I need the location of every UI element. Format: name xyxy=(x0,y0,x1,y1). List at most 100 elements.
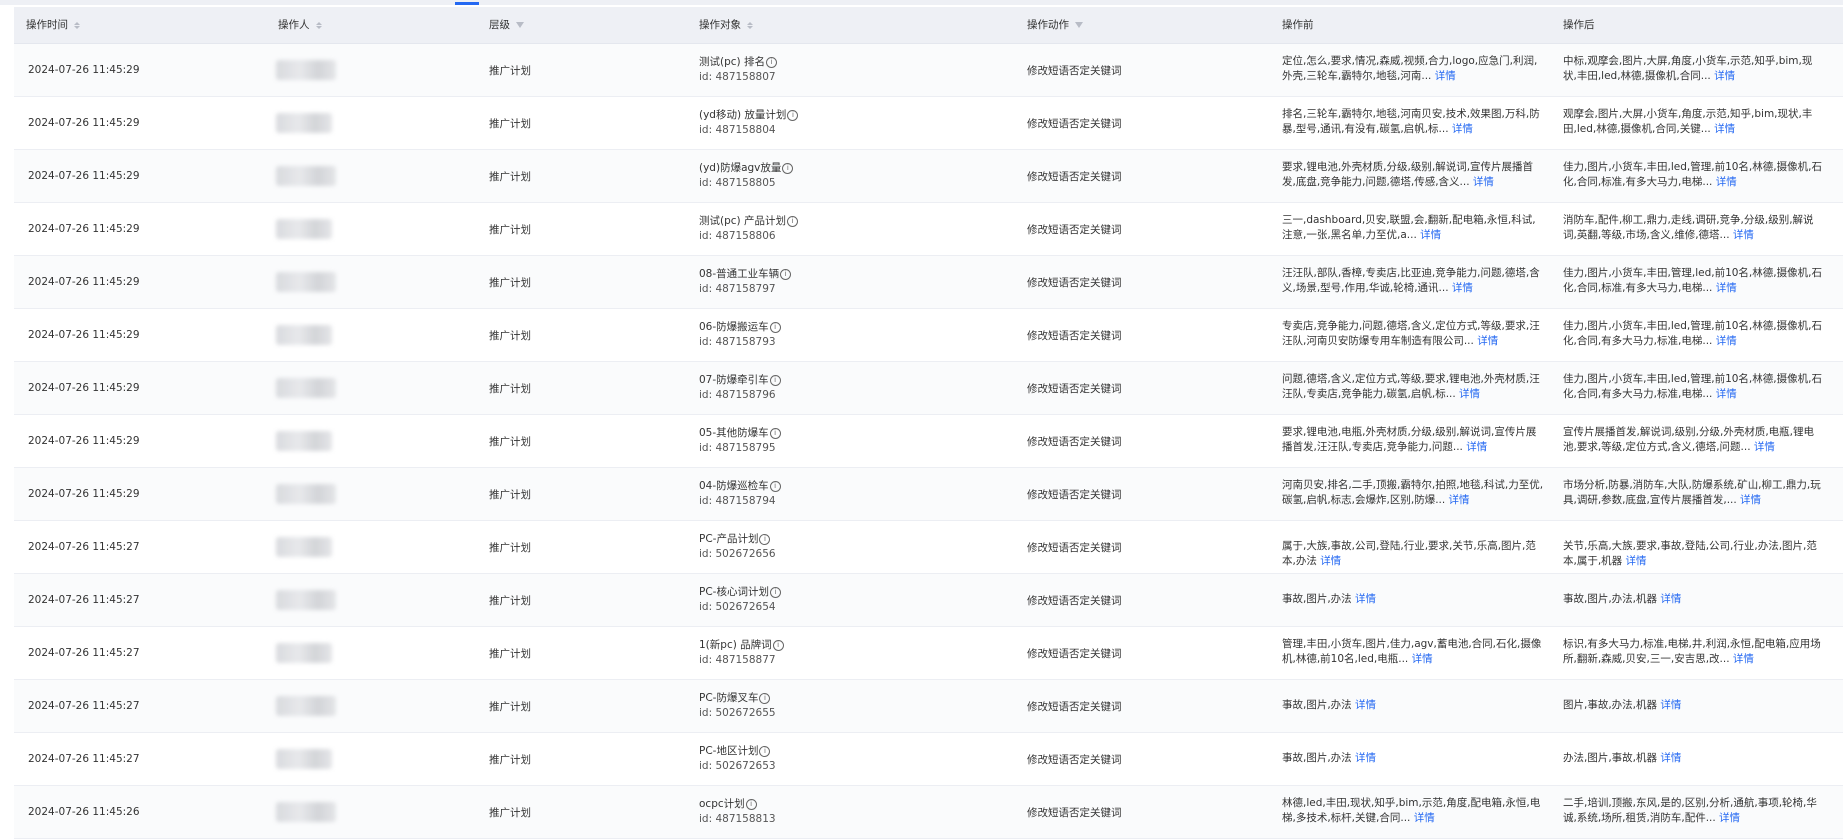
detail-link[interactable]: 详情 xyxy=(1473,176,1494,188)
detail-link[interactable]: 详情 xyxy=(1740,494,1761,506)
before-cell: 汪汪队,部队,香樟,专卖店,比亚迪,竞争能力,问题,德塔,含义,场景,型号,作用… xyxy=(1282,256,1544,308)
detail-link[interactable]: 详情 xyxy=(1754,441,1775,453)
object-id: id: 487158795 xyxy=(699,442,776,454)
operator-cell xyxy=(276,468,356,520)
info-icon[interactable]: i xyxy=(745,798,757,810)
info-icon[interactable]: i xyxy=(765,56,777,68)
detail-link[interactable]: 详情 xyxy=(1477,335,1498,347)
detail-link[interactable]: 详情 xyxy=(1355,593,1376,605)
info-icon[interactable]: i xyxy=(759,745,771,757)
detail-link[interactable]: 详情 xyxy=(1452,123,1473,135)
object-name: (yd)防爆agv放量 xyxy=(699,162,782,174)
info-icon[interactable]: i xyxy=(769,480,781,492)
detail-link[interactable]: 详情 xyxy=(1714,123,1735,135)
operator-cell xyxy=(276,44,356,96)
filter-icon[interactable] xyxy=(1075,22,1083,28)
object-name: PC-产品计划 xyxy=(699,533,759,545)
after-text: 标识,有多大马力,标准,电梯,井,利润,永恒,配电箱,应用场所,翻新,森威,贝安… xyxy=(1563,638,1821,665)
info-icon[interactable]: i xyxy=(769,586,781,598)
info-icon[interactable]: i xyxy=(772,639,784,651)
after-text: 观摩会,图片,大屏,小货车,角度,示范,知乎,bim,现状,丰田,led,林德,… xyxy=(1563,108,1813,135)
blurred-operator-name xyxy=(276,113,332,133)
header-action[interactable]: 操作动作 xyxy=(1027,7,1083,43)
object-id: id: 502672654 xyxy=(699,601,776,613)
info-icon[interactable]: i xyxy=(769,321,781,333)
sort-icon[interactable] xyxy=(315,21,322,29)
before-text: 汪汪队,部队,香樟,专卖店,比亚迪,竞争能力,问题,德塔,含义,场景,型号,作用… xyxy=(1282,267,1540,294)
detail-link[interactable]: 详情 xyxy=(1355,699,1376,711)
after-text: 关节,乐高,大族,要求,事故,登陆,公司,行业,办法,图片,范本,属于,机器 xyxy=(1563,540,1817,567)
operator-cell xyxy=(276,627,356,679)
info-icon[interactable]: i xyxy=(769,427,781,439)
info-icon[interactable]: i xyxy=(759,533,771,545)
detail-link[interactable]: 详情 xyxy=(1716,335,1737,347)
operator-cell xyxy=(276,521,356,573)
detail-link[interactable]: 详情 xyxy=(1714,70,1735,82)
detail-link[interactable]: 详情 xyxy=(1320,555,1341,567)
before-text: 定位,怎么,要求,情况,森威,视频,合力,logo,应急门,利润,外壳,三轮车,… xyxy=(1282,55,1538,82)
object-id: id: 502672655 xyxy=(699,707,776,719)
detail-link[interactable]: 详情 xyxy=(1452,282,1473,294)
level-cell: 推广计划 xyxy=(489,700,531,713)
object-cell: PC-地区计划 i id: 502672653 xyxy=(699,733,999,785)
detail-link[interactable]: 详情 xyxy=(1716,388,1737,400)
info-icon[interactable]: i xyxy=(759,692,771,704)
object-id: id: 487158877 xyxy=(699,654,776,666)
info-icon[interactable]: i xyxy=(787,109,799,121)
detail-link[interactable]: 详情 xyxy=(1459,388,1480,400)
operation-time: 2024-07-26 11:45:29 xyxy=(28,170,140,182)
before-cell: 属于,大族,事故,公司,登陆,行业,要求,关节,乐高,图片,范本,办法 详情 xyxy=(1282,521,1544,573)
before-cell: 问题,德塔,含义,定位方式,等级,要求,锂电池,外壳材质,汪汪队,专卖店,竞争能… xyxy=(1282,362,1544,414)
header-level[interactable]: 层级 xyxy=(489,7,524,43)
detail-link[interactable]: 详情 xyxy=(1660,699,1681,711)
info-icon[interactable]: i xyxy=(786,215,798,227)
operator-cell xyxy=(276,786,356,838)
info-icon[interactable]: i xyxy=(769,374,781,386)
detail-link[interactable]: 详情 xyxy=(1716,176,1737,188)
detail-link[interactable]: 详情 xyxy=(1660,593,1681,605)
operation-time: 2024-07-26 11:45:29 xyxy=(28,435,140,447)
before-cell: 定位,怎么,要求,情况,森威,视频,合力,logo,应急门,利润,外壳,三轮车,… xyxy=(1282,44,1544,96)
object-name: 08-普通工业车辆 xyxy=(699,268,780,280)
detail-link[interactable]: 详情 xyxy=(1355,752,1376,764)
blurred-operator-name xyxy=(276,802,336,822)
sort-icon[interactable] xyxy=(747,21,753,29)
header-time[interactable]: 操作时间 xyxy=(26,7,80,43)
after-cell: 观摩会,图片,大屏,小货车,角度,示范,知乎,bim,现状,丰田,led,林德,… xyxy=(1563,97,1825,149)
detail-link[interactable]: 详情 xyxy=(1626,555,1647,567)
table-row: 2024-07-26 11:45:29 推广计划 (yd移动) 放量计划 i id… xyxy=(14,97,1843,150)
operation-time: 2024-07-26 11:45:29 xyxy=(28,64,140,76)
operator-cell xyxy=(276,680,356,732)
operator-cell xyxy=(276,733,356,785)
detail-link[interactable]: 详情 xyxy=(1733,653,1754,665)
info-icon[interactable]: i xyxy=(780,268,792,280)
table-row: 2024-07-26 11:45:29 推广计划 (yd)防爆agv放量 i id… xyxy=(14,150,1843,203)
operator-cell xyxy=(276,150,356,202)
after-cell: 中标,观摩会,图片,大屏,角度,小货车,示范,知乎,bim,现状,丰田,led,… xyxy=(1563,44,1825,96)
detail-link[interactable]: 详情 xyxy=(1412,653,1433,665)
before-cell: 河南贝安,排名,二手,顶搬,霸特尔,拍照,地毯,科试,力至优,碳氢,启帆,标志,… xyxy=(1282,468,1544,520)
detail-link[interactable]: 详情 xyxy=(1466,441,1487,453)
action-cell: 修改短语否定关键词 xyxy=(1027,64,1122,77)
after-text: 佳力,图片,小货车,丰田,led,管理,前10名,林德,摄像机,石化,合同,有多… xyxy=(1563,373,1822,400)
blurred-operator-name xyxy=(276,643,332,663)
after-cell: 佳力,图片,小货车,丰田,led,管理,前10名,林德,摄像机,石化,合同,标准… xyxy=(1563,150,1825,202)
operator-cell xyxy=(276,97,356,149)
header-object[interactable]: 操作对象 xyxy=(699,7,753,43)
detail-link[interactable]: 详情 xyxy=(1449,494,1470,506)
detail-link[interactable]: 详情 xyxy=(1719,812,1740,824)
filter-icon[interactable] xyxy=(516,22,524,28)
before-cell: 排名,三轮车,霸特尔,地毯,河南贝安,技术,效果图,万科,防暴,型号,通讯,有没… xyxy=(1282,97,1544,149)
detail-link[interactable]: 详情 xyxy=(1733,229,1754,241)
sort-icon[interactable] xyxy=(74,21,80,29)
detail-link[interactable]: 详情 xyxy=(1660,752,1681,764)
header-operator[interactable]: 操作人 xyxy=(278,7,322,43)
object-cell: 测试(pc) 排名 i id: 487158807 xyxy=(699,44,999,96)
detail-link[interactable]: 详情 xyxy=(1716,282,1737,294)
header-before: 操作前 xyxy=(1282,19,1314,31)
detail-link[interactable]: 详情 xyxy=(1435,70,1456,82)
detail-link[interactable]: 详情 xyxy=(1420,229,1441,241)
info-icon[interactable]: i xyxy=(782,162,794,174)
before-cell: 管理,丰田,小货车,图片,佳力,agv,蓄电池,合同,石化,摄像机,林德,前10… xyxy=(1282,627,1544,679)
detail-link[interactable]: 详情 xyxy=(1414,812,1435,824)
